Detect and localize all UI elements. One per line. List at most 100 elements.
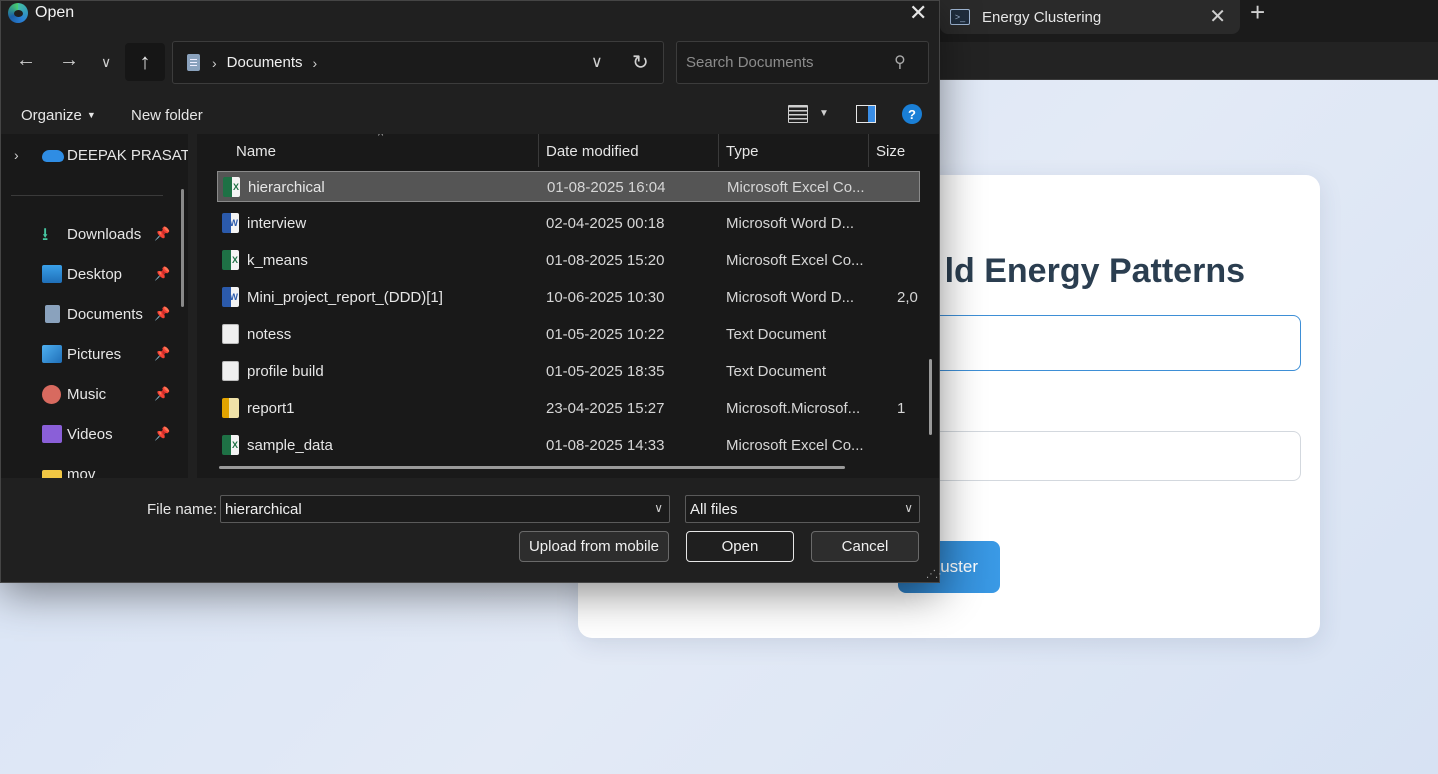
word-file-icon: W xyxy=(222,213,239,233)
breadcrumb-separator: › xyxy=(212,54,217,71)
file-row-profile-build[interactable]: profile build 01-05-2025 18:35 Text Docu… xyxy=(217,356,920,387)
organize-label: Organize xyxy=(21,107,82,124)
file-date: 01-08-2025 15:20 xyxy=(546,252,665,269)
expand-chevron-icon[interactable]: › xyxy=(14,147,19,163)
nav-item-mov[interactable]: mov xyxy=(1,462,188,478)
dialog-title-bar: Open ✕ xyxy=(1,0,939,27)
file-name: notess xyxy=(247,326,292,343)
upload-from-mobile-button[interactable]: Upload from mobile xyxy=(519,531,669,562)
address-bar[interactable]: › Documents › ∨ ↻ xyxy=(172,41,664,84)
file-name-value[interactable]: hierarchical xyxy=(225,501,302,518)
breadcrumb-separator-chevron-icon[interactable]: › xyxy=(313,55,318,71)
file-name-field[interactable]: hierarchical ∨ xyxy=(220,495,670,523)
open-button[interactable]: Open xyxy=(686,531,794,562)
desktop-icon xyxy=(42,265,62,283)
file-list: ^ Name Date modified Type Size X hierarc… xyxy=(197,134,939,478)
publisher-file-icon xyxy=(222,398,239,418)
help-icon[interactable]: ? xyxy=(902,104,922,124)
column-divider[interactable] xyxy=(718,134,719,167)
file-name: profile build xyxy=(247,363,324,380)
dialog-close-button[interactable]: ✕ xyxy=(909,0,927,26)
nav-item-label: Documents xyxy=(67,306,143,323)
pin-icon[interactable]: 📌 xyxy=(154,306,170,322)
nav-scrollbar[interactable] xyxy=(181,189,184,307)
file-row-interview[interactable]: W interview 02-04-2025 00:18 Microsoft W… xyxy=(217,208,920,239)
nav-item-videos[interactable]: Videos 📌 xyxy=(1,422,188,448)
column-header-date-modified[interactable]: Date modified xyxy=(546,143,639,160)
pin-icon[interactable]: 📌 xyxy=(154,386,170,402)
nav-item-documents[interactable]: Documents 📌 xyxy=(1,302,188,328)
recent-locations-chevron-icon[interactable]: ∨ xyxy=(101,54,111,71)
file-row-hierarchical[interactable]: X hierarchical 01-08-2025 16:04 Microsof… xyxy=(217,171,920,202)
pin-icon[interactable]: 📌 xyxy=(154,266,170,282)
videos-icon xyxy=(42,425,62,443)
file-row-report1[interactable]: report1 23-04-2025 15:27 Microsoft.Micro… xyxy=(217,393,920,424)
column-header-name[interactable]: Name xyxy=(236,143,276,160)
file-name: hierarchical xyxy=(248,179,325,196)
tab-title: Energy Clustering xyxy=(982,8,1102,26)
column-divider[interactable] xyxy=(538,134,539,167)
pin-icon[interactable]: 📌 xyxy=(154,226,170,242)
refresh-icon[interactable]: ↻ xyxy=(632,50,649,75)
file-type-chevron-down-icon[interactable]: ∨ xyxy=(904,501,913,515)
file-name-chevron-down-icon[interactable]: ∨ xyxy=(654,501,663,515)
edge-browser-icon xyxy=(8,3,28,23)
column-header-type[interactable]: Type xyxy=(726,143,759,160)
search-input[interactable] xyxy=(686,54,886,71)
file-date: 01-05-2025 10:22 xyxy=(546,326,665,343)
cluster-count-field[interactable] xyxy=(880,431,1301,481)
pin-icon[interactable]: 📌 xyxy=(154,346,170,362)
nav-item-label: Desktop xyxy=(67,266,123,283)
new-tab-button[interactable]: + xyxy=(1250,0,1274,26)
search-box[interactable]: ⚲ xyxy=(676,41,929,84)
navigation-pane: › DEEPAK PRASAT ⭳ Downloads 📌 Desktop 📌 … xyxy=(1,134,188,478)
resize-grip-icon[interactable]: ⋰⋰ xyxy=(926,569,945,580)
sort-ascending-icon: ^ xyxy=(378,134,384,142)
word-file-icon: W xyxy=(222,287,239,307)
file-row-mini-project-report[interactable]: W Mini_project_report_(DDD)[1] 10-06-202… xyxy=(217,282,920,313)
excel-file-icon: X xyxy=(222,435,239,455)
terminal-icon: >_ xyxy=(950,9,970,25)
dialog-title: Open xyxy=(35,4,75,21)
address-history-chevron-icon[interactable]: ∨ xyxy=(591,52,603,72)
up-arrow-icon[interactable]: ↑ xyxy=(125,43,165,81)
nav-item-pictures[interactable]: Pictures 📌 xyxy=(1,342,188,368)
organize-menu[interactable]: Organize ▼ xyxy=(21,107,96,124)
file-date: 01-05-2025 18:35 xyxy=(546,363,665,380)
file-row-sample-data[interactable]: X sample_data 01-08-2025 14:33 Microsoft… xyxy=(217,430,920,461)
excel-file-icon: X xyxy=(222,250,239,270)
file-type-select[interactable]: All files ∨ xyxy=(685,495,920,523)
file-type: Microsoft Excel Co... xyxy=(726,252,864,269)
vertical-scrollbar[interactable] xyxy=(929,359,932,435)
excel-file-icon: X xyxy=(223,177,240,197)
browser-tab-energy-clustering[interactable]: >_ Energy Clustering ✕ xyxy=(940,0,1240,34)
close-tab-icon[interactable]: ✕ xyxy=(1209,4,1226,29)
view-caret-down-icon[interactable]: ▼ xyxy=(819,108,829,119)
forward-arrow-icon[interactable]: → xyxy=(59,49,79,72)
preview-pane-icon[interactable] xyxy=(856,105,876,123)
back-arrow-icon[interactable]: ← xyxy=(16,49,36,72)
cancel-button[interactable]: Cancel xyxy=(811,531,919,562)
pin-icon[interactable]: 📌 xyxy=(154,426,170,442)
nav-item-music[interactable]: Music 📌 xyxy=(1,382,188,408)
view-options-icon[interactable] xyxy=(788,105,808,123)
search-icon[interactable]: ⚲ xyxy=(894,52,906,72)
file-date: 10-06-2025 10:30 xyxy=(546,289,665,306)
file-input-field[interactable] xyxy=(880,315,1301,371)
new-folder-button[interactable]: New folder xyxy=(131,107,203,124)
file-type: Microsoft Word D... xyxy=(726,289,855,306)
breadcrumb-documents[interactable]: Documents xyxy=(227,54,303,71)
nav-item-label: Pictures xyxy=(67,346,122,363)
nav-item-onedrive[interactable]: › DEEPAK PRASAT xyxy=(1,144,188,168)
nav-item-desktop[interactable]: Desktop 📌 xyxy=(1,262,188,288)
file-type: Microsoft Word D... xyxy=(726,215,855,232)
file-date: 01-08-2025 14:33 xyxy=(546,437,665,454)
horizontal-scrollbar[interactable] xyxy=(219,466,845,469)
column-divider[interactable] xyxy=(868,134,869,167)
file-row-k-means[interactable]: X k_means 01-08-2025 15:20 Microsoft Exc… xyxy=(217,245,920,276)
command-bar: Organize ▼ New folder ▼ ? xyxy=(1,97,939,133)
file-row-notess[interactable]: notess 01-05-2025 10:22 Text Document xyxy=(217,319,920,350)
file-name: sample_data xyxy=(247,437,333,454)
column-header-size[interactable]: Size xyxy=(876,143,905,160)
nav-item-downloads[interactable]: ⭳ Downloads 📌 xyxy=(1,222,188,248)
